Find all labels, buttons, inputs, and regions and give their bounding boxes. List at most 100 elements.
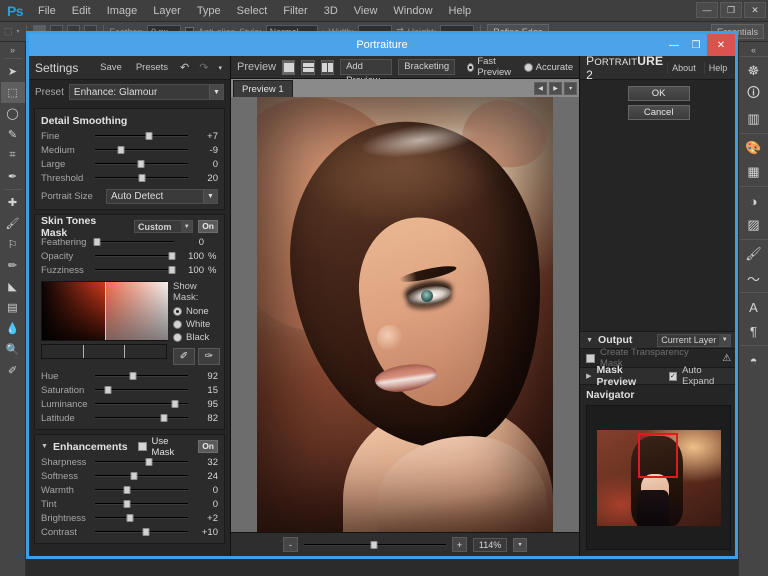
- menu-view[interactable]: View: [346, 0, 386, 22]
- radio-icon[interactable]: [173, 333, 182, 342]
- marquee-tool-icon[interactable]: ⬚: [4, 26, 13, 37]
- close-button[interactable]: ✕: [744, 2, 766, 18]
- chevron-down-icon[interactable]: ▼: [41, 443, 48, 450]
- chevron-down-icon[interactable]: ▼: [209, 85, 223, 99]
- slider-track[interactable]: [95, 171, 188, 185]
- save-settings-button[interactable]: Save: [96, 61, 126, 74]
- collapse-tools-icon[interactable]: »: [10, 44, 15, 56]
- menu-edit[interactable]: Edit: [64, 0, 99, 22]
- brush-tool[interactable]: 🖌: [1, 213, 25, 234]
- slider-track[interactable]: [95, 483, 188, 497]
- split-vertical-view-button[interactable]: [320, 59, 335, 75]
- menu-filter[interactable]: Filter: [275, 0, 315, 22]
- show-mask-black[interactable]: Black: [173, 331, 220, 344]
- menu-layer[interactable]: Layer: [145, 0, 189, 22]
- styles-panel-icon[interactable]: ▨: [741, 213, 767, 237]
- radio-icon[interactable]: [173, 307, 182, 316]
- slider-tint[interactable]: Tint 0: [35, 497, 224, 511]
- histogram-panel-icon[interactable]: ▥: [741, 107, 767, 131]
- slider-threshold[interactable]: Threshold 20: [35, 171, 224, 185]
- tab-prev-button[interactable]: ◀: [534, 81, 548, 95]
- mask-preview-header[interactable]: ▶ Mask Preview ✓ Auto Expand: [580, 364, 735, 388]
- slider-track[interactable]: [95, 497, 188, 511]
- eyedropper-subtract-icon[interactable]: ✑: [198, 348, 220, 365]
- slider-track[interactable]: [95, 525, 188, 539]
- slider-sharpness[interactable]: Sharpness 32: [35, 455, 224, 469]
- slider-track[interactable]: [95, 383, 188, 397]
- skin-mask-mode-select[interactable]: Custom ▼: [134, 220, 194, 233]
- brush-presets-panel-icon[interactable]: 〜: [741, 266, 767, 290]
- maximize-button[interactable]: ❐: [720, 2, 742, 18]
- preview-tab-1[interactable]: Preview 1: [233, 80, 293, 97]
- slider-track[interactable]: [95, 129, 188, 143]
- slider-track[interactable]: [95, 369, 188, 383]
- slider-track[interactable]: [95, 157, 188, 171]
- output-target-select[interactable]: Current Layer ▼: [657, 333, 732, 347]
- quick-selection-tool[interactable]: ✎: [1, 124, 25, 145]
- help-button[interactable]: Help: [703, 61, 732, 74]
- cancel-button[interactable]: Cancel: [627, 105, 690, 120]
- show-mask-white[interactable]: White: [173, 318, 220, 331]
- settings-menu-icon[interactable]: ▾: [216, 64, 224, 72]
- slider-track[interactable]: [95, 469, 188, 483]
- presets-button[interactable]: Presets: [132, 61, 172, 74]
- dialog-titlebar[interactable]: Portraiture — ❐ ✕: [29, 34, 735, 56]
- slider-warmth[interactable]: Warmth 0: [35, 483, 224, 497]
- detail-smoothing-header[interactable]: Detail Smoothing: [35, 112, 224, 129]
- portrait-size-select[interactable]: Auto Detect ▼: [106, 189, 218, 204]
- history-brush-tool[interactable]: ✏: [1, 255, 25, 276]
- dodge-tool[interactable]: 🔍: [1, 339, 25, 360]
- blur-tool[interactable]: 💧: [1, 318, 25, 339]
- tool-preset-chevron-icon[interactable]: ▾: [17, 28, 20, 35]
- slider-track[interactable]: [95, 455, 188, 469]
- slider-track[interactable]: [95, 411, 188, 425]
- zoom-level-input[interactable]: 114%: [473, 537, 508, 552]
- preview-stage[interactable]: [231, 97, 580, 532]
- skin-mask-on-toggle[interactable]: On: [198, 220, 218, 233]
- chevron-down-icon[interactable]: ▼: [719, 334, 731, 346]
- navigator-viewport-rect[interactable]: [637, 432, 678, 478]
- chevron-down-icon[interactable]: ▼: [586, 337, 593, 344]
- brush-panel-icon[interactable]: 🖌: [741, 242, 767, 266]
- skin-tones-mask-header[interactable]: Skin Tones Mask Custom ▼ On: [35, 215, 224, 239]
- radio-icon[interactable]: [173, 320, 182, 329]
- slider-track[interactable]: [95, 143, 188, 157]
- slider-medium[interactable]: Medium -9: [35, 143, 224, 157]
- create-transparency-mask-checkbox[interactable]: [586, 353, 595, 363]
- 3d-panel-icon[interactable]: ☸: [741, 59, 767, 83]
- slider-track[interactable]: [93, 235, 174, 249]
- slider-opacity[interactable]: Opacity 100 %: [35, 249, 224, 263]
- ok-button[interactable]: OK: [627, 86, 690, 101]
- dialog-close-button[interactable]: ✕: [707, 34, 735, 56]
- slider-large[interactable]: Large 0: [35, 157, 224, 171]
- slider-track[interactable]: [95, 511, 188, 525]
- zoom-in-button[interactable]: +: [452, 537, 468, 552]
- menu-help[interactable]: Help: [441, 0, 480, 22]
- gradient-tool[interactable]: ▤: [1, 297, 25, 318]
- healing-brush-tool[interactable]: ✚: [1, 192, 25, 213]
- radio-icon[interactable]: [523, 62, 533, 72]
- auto-expand-checkbox[interactable]: ✓: [668, 371, 678, 381]
- split-horizontal-view-button[interactable]: [301, 59, 315, 75]
- crop-tool[interactable]: ⌗: [1, 145, 25, 166]
- zoom-slider[interactable]: [304, 538, 447, 552]
- dialog-minimize-button[interactable]: —: [663, 34, 685, 56]
- zoom-out-button[interactable]: -: [283, 537, 299, 552]
- dialog-maximize-button[interactable]: ❐: [685, 34, 707, 56]
- minimize-button[interactable]: —: [696, 2, 718, 18]
- menu-3d[interactable]: 3D: [316, 0, 346, 22]
- slider-hue[interactable]: Hue 92: [35, 369, 224, 383]
- info-panel-icon[interactable]: 🛈: [741, 83, 767, 107]
- menu-type[interactable]: Type: [189, 0, 229, 22]
- redo-icon[interactable]: ↷: [197, 61, 210, 74]
- slider-contrast[interactable]: Contrast +10: [35, 525, 224, 539]
- slider-fuzziness[interactable]: Fuzziness 100 %: [35, 263, 224, 277]
- accurate-radio[interactable]: Accurate: [523, 62, 573, 73]
- chevron-down-icon[interactable]: ▼: [203, 190, 217, 203]
- single-view-button[interactable]: [282, 59, 296, 75]
- zoom-dropdown-icon[interactable]: ▾: [513, 537, 528, 552]
- clone-stamp-tool[interactable]: ⚐: [1, 234, 25, 255]
- layers-panel-icon[interactable]: ◓: [741, 348, 767, 372]
- enhancements-header[interactable]: ▼ Enhancements Use Mask On: [35, 436, 224, 458]
- preview-image[interactable]: [257, 97, 554, 532]
